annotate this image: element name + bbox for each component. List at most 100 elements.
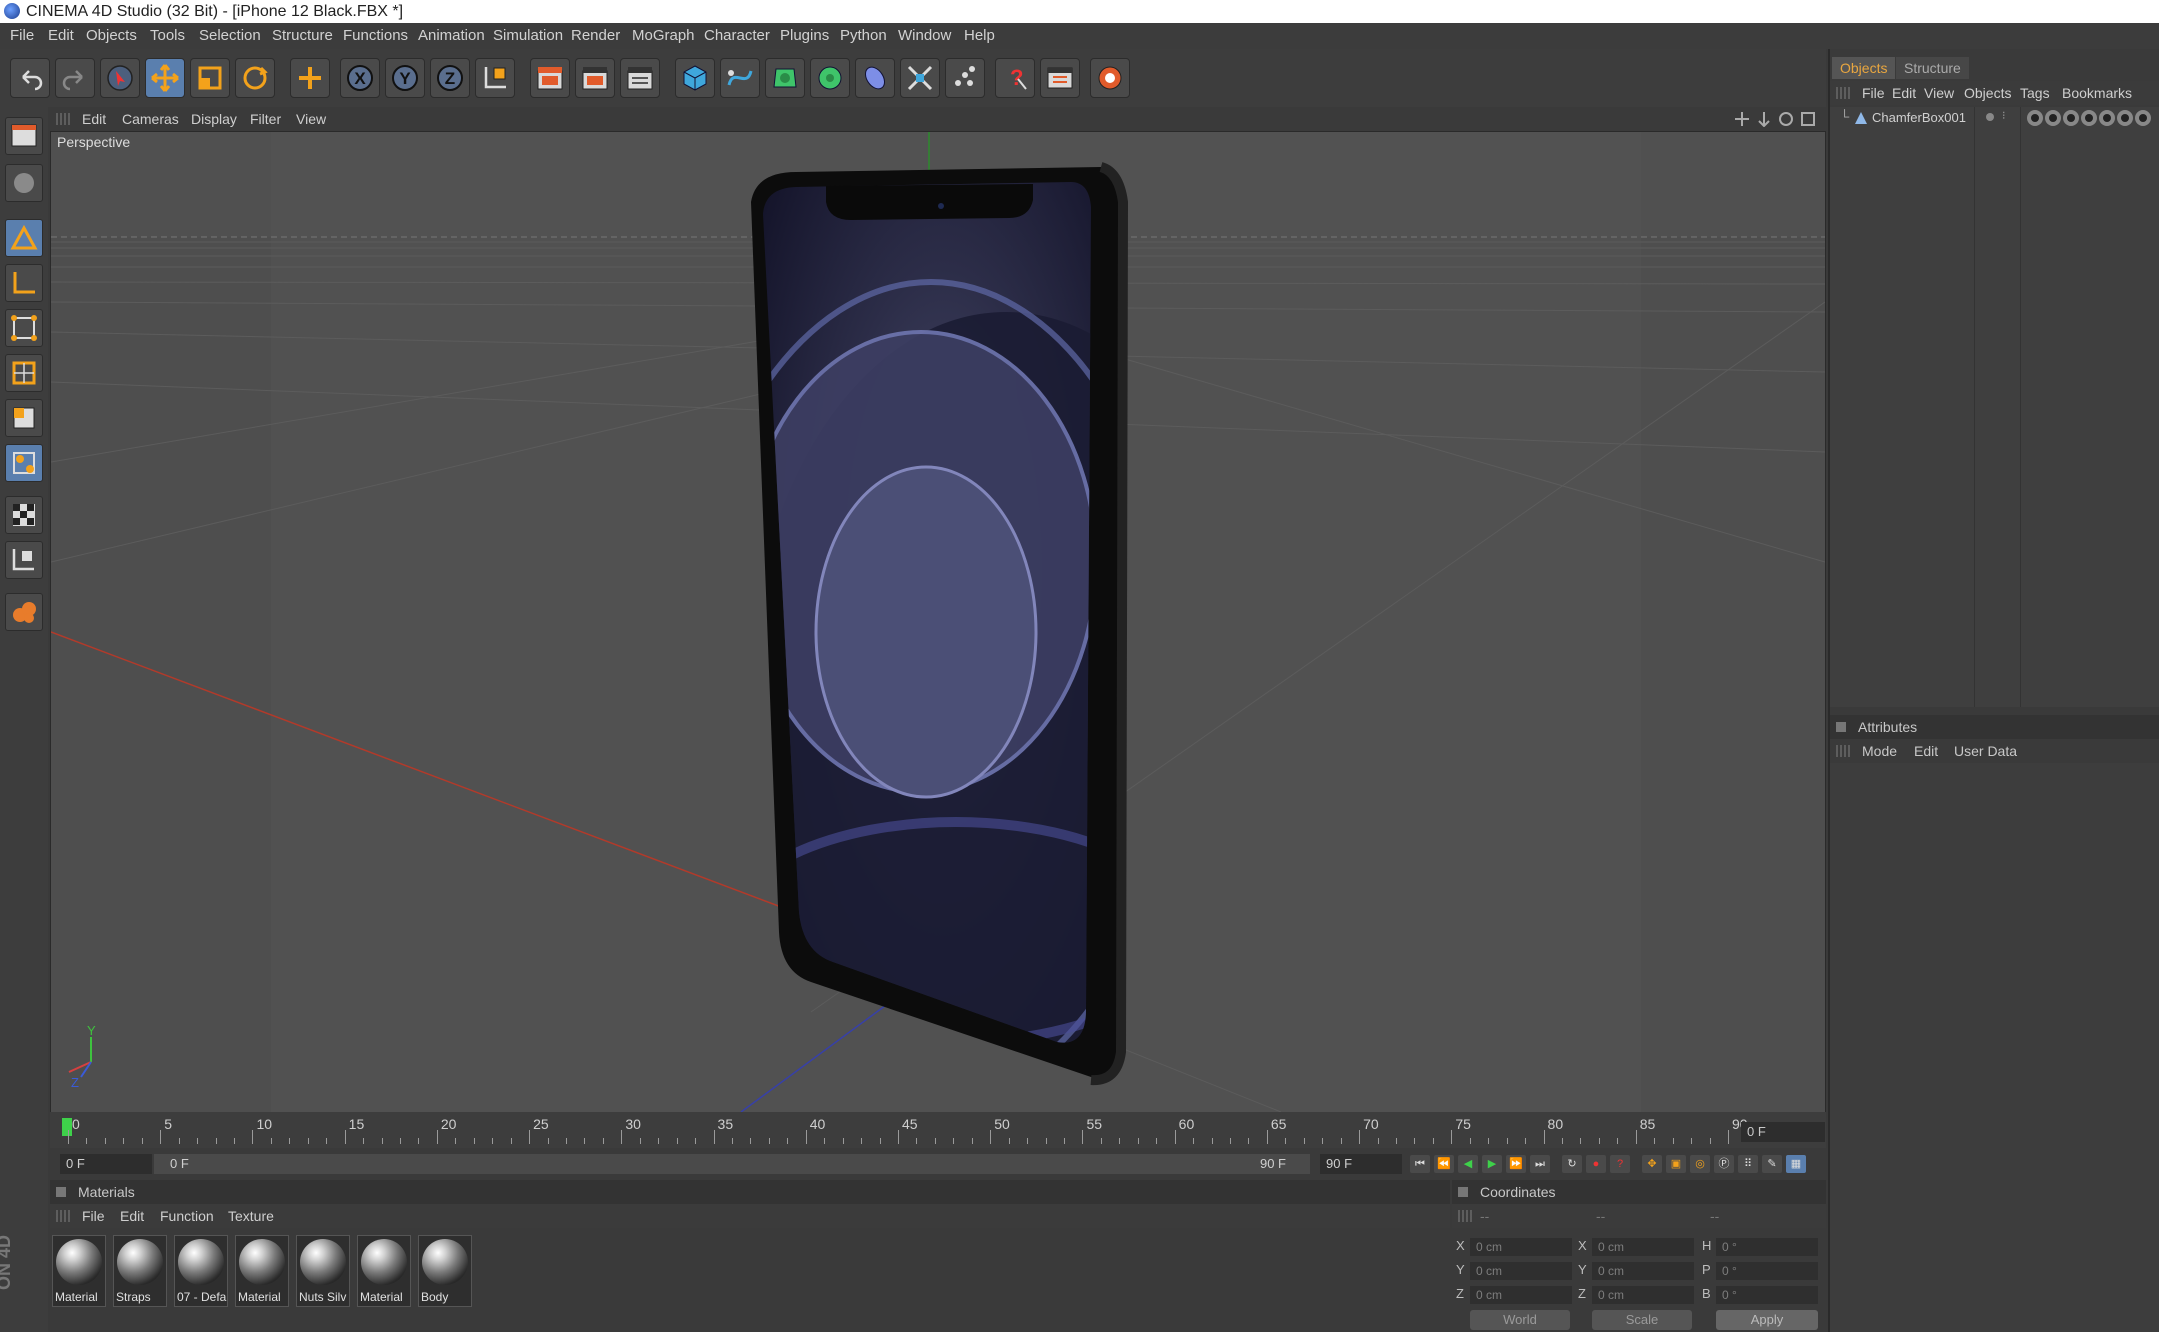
perspective-viewport[interactable]: Y Z Perspective <box>50 131 1826 1113</box>
size-x-field[interactable]: 0 cm <box>1592 1238 1694 1256</box>
panel-toggle-icon[interactable] <box>56 1187 66 1197</box>
record-icon[interactable]: ● <box>1586 1155 1606 1173</box>
start-frame-field[interactable]: 0 F <box>60 1154 152 1174</box>
play-backwards-icon[interactable]: ◀ <box>1458 1155 1478 1173</box>
scene-icon[interactable] <box>900 58 940 98</box>
visibility-dot-icon[interactable] <box>1986 113 1994 121</box>
objects-menu-file[interactable]: File <box>1862 81 1885 105</box>
help-icon[interactable]: ? <box>995 58 1035 98</box>
panel-toggle-icon[interactable] <box>1836 722 1846 732</box>
key-scale-icon[interactable]: ▣ <box>1666 1155 1686 1173</box>
viewport-menu-display[interactable]: Display <box>191 107 237 131</box>
menu-file[interactable]: File <box>10 23 34 49</box>
texture-checker-icon[interactable] <box>5 496 43 534</box>
cinema-logo-icon[interactable] <box>1090 58 1130 98</box>
points-mode-icon[interactable] <box>5 309 43 347</box>
menu-edit[interactable]: Edit <box>48 23 74 49</box>
key-pla-icon[interactable]: ⠿ <box>1738 1155 1758 1173</box>
current-frame-marker[interactable] <box>62 1118 72 1136</box>
go-to-end-icon[interactable]: ⏭ <box>1530 1155 1550 1173</box>
menu-plugins[interactable]: Plugins <box>780 23 829 49</box>
layout-icon[interactable] <box>1040 58 1080 98</box>
make-editable-icon[interactable] <box>5 164 43 202</box>
menu-tools[interactable]: Tools <box>150 23 185 49</box>
deformer-icon[interactable] <box>855 58 895 98</box>
render-picture-viewer-icon[interactable] <box>575 58 615 98</box>
visibility-toggle-icon[interactable]: ⁝ <box>2002 109 2006 122</box>
apply-button[interactable]: Apply <box>1716 1310 1818 1330</box>
model-mode-icon[interactable] <box>5 219 43 257</box>
coordinate-system-dropdown[interactable]: World <box>1470 1310 1570 1330</box>
nurbs-icon[interactable] <box>765 58 805 98</box>
viewport-menu-view[interactable]: View <box>296 107 326 131</box>
pos-z-field[interactable]: 0 cm <box>1470 1286 1572 1304</box>
menu-functions[interactable]: Functions <box>343 23 408 49</box>
material-swatch[interactable]: Straps <box>113 1235 167 1307</box>
object-list[interactable]: └ ChamferBox001 ⁝ <box>1830 107 2159 707</box>
render-view-icon[interactable] <box>530 58 570 98</box>
sculpt-icon[interactable] <box>5 593 43 631</box>
objects-menu-tags[interactable]: Tags <box>2020 81 2050 105</box>
viewport-navigation-icons[interactable] <box>1734 111 1822 127</box>
size-mode-dropdown[interactable]: Scale <box>1592 1310 1692 1330</box>
menu-character[interactable]: Character <box>704 23 770 49</box>
material-swatch[interactable]: Material <box>357 1235 411 1307</box>
undo-icon[interactable] <box>10 58 50 98</box>
objects-menu-edit[interactable]: Edit <box>1892 81 1916 105</box>
objects-menu-view[interactable]: View <box>1924 81 1954 105</box>
panel-toggle-icon[interactable] <box>1458 1187 1468 1197</box>
tab-structure[interactable]: Structure <box>1896 57 1969 79</box>
next-frame-icon[interactable]: ⏩ <box>1506 1155 1526 1173</box>
move-icon[interactable] <box>145 58 185 98</box>
materials-menu-edit[interactable]: Edit <box>120 1204 144 1228</box>
spline-pen-icon[interactable] <box>720 58 760 98</box>
edges-mode-icon[interactable] <box>5 354 43 392</box>
autokey-icon[interactable]: ? <box>1610 1155 1630 1173</box>
rot-b-field[interactable]: 0 ° <box>1716 1286 1818 1304</box>
rot-h-field[interactable]: 0 ° <box>1716 1238 1818 1256</box>
menu-help[interactable]: Help <box>964 23 995 49</box>
pos-x-field[interactable]: 0 cm <box>1470 1238 1572 1256</box>
material-swatch[interactable]: Body <box>418 1235 472 1307</box>
attributes-menu-user-data[interactable]: User Data <box>1954 739 2017 763</box>
material-swatch[interactable]: Material <box>235 1235 289 1307</box>
attributes-menu-mode[interactable]: Mode <box>1862 739 1897 763</box>
menu-objects[interactable]: Objects <box>86 23 137 49</box>
world-coordinates-icon[interactable] <box>475 58 515 98</box>
timeline-layout-icon[interactable]: ▦ <box>1786 1155 1806 1173</box>
redo-icon[interactable] <box>55 58 95 98</box>
z-axis-lock-icon[interactable]: Z <box>430 58 470 98</box>
viewport-menu-cameras[interactable]: Cameras <box>122 107 179 131</box>
materials-menu-texture[interactable]: Texture <box>228 1204 274 1228</box>
menu-python[interactable]: Python <box>840 23 887 49</box>
size-y-field[interactable]: 0 cm <box>1592 1262 1694 1280</box>
light-icon[interactable] <box>945 58 985 98</box>
polygons-mode-icon[interactable] <box>5 399 43 437</box>
menu-mograph[interactable]: MoGraph <box>632 23 695 49</box>
menu-simulation[interactable]: Simulation <box>493 23 563 49</box>
menu-render[interactable]: Render <box>571 23 620 49</box>
go-to-start-icon[interactable]: ⏮ <box>1410 1155 1430 1173</box>
tab-objects[interactable]: Objects <box>1832 57 1896 79</box>
objects-menu-bookmarks[interactable]: Bookmarks <box>2062 81 2132 105</box>
live-select-icon[interactable] <box>100 58 140 98</box>
end-frame-field[interactable]: 90 F <box>1320 1154 1402 1174</box>
material-swatch[interactable]: Material <box>52 1235 106 1307</box>
object-row-chamferbox001[interactable]: └ ChamferBox001 ⁝ <box>1832 109 2158 129</box>
previous-frame-icon[interactable]: ⏪ <box>1434 1155 1454 1173</box>
material-swatch[interactable]: Nuts Silv <box>296 1235 350 1307</box>
attributes-menu-edit[interactable]: Edit <box>1914 739 1938 763</box>
rot-p-field[interactable]: 0 ° <box>1716 1262 1818 1280</box>
menu-selection[interactable]: Selection <box>199 23 261 49</box>
materials-menu-file[interactable]: File <box>82 1204 105 1228</box>
x-axis-lock-icon[interactable]: X <box>340 58 380 98</box>
key-parameter-icon[interactable]: Ⓟ <box>1714 1155 1734 1173</box>
viewport-menu-filter[interactable]: Filter <box>250 107 281 131</box>
timeline-ruler[interactable]: 0 5 10 15 20 25 30 35 40 45 50 55 60 65 70 75 80 85 90 <box>50 1112 1826 1148</box>
frame-range-slider[interactable]: 0 F 90 F <box>154 1154 1310 1174</box>
key-rotation-icon[interactable]: ◎ <box>1690 1155 1710 1173</box>
add-icon[interactable] <box>290 58 330 98</box>
pos-y-field[interactable]: 0 cm <box>1470 1262 1572 1280</box>
loop-icon[interactable]: ↻ <box>1562 1155 1582 1173</box>
rotate-icon[interactable] <box>235 58 275 98</box>
